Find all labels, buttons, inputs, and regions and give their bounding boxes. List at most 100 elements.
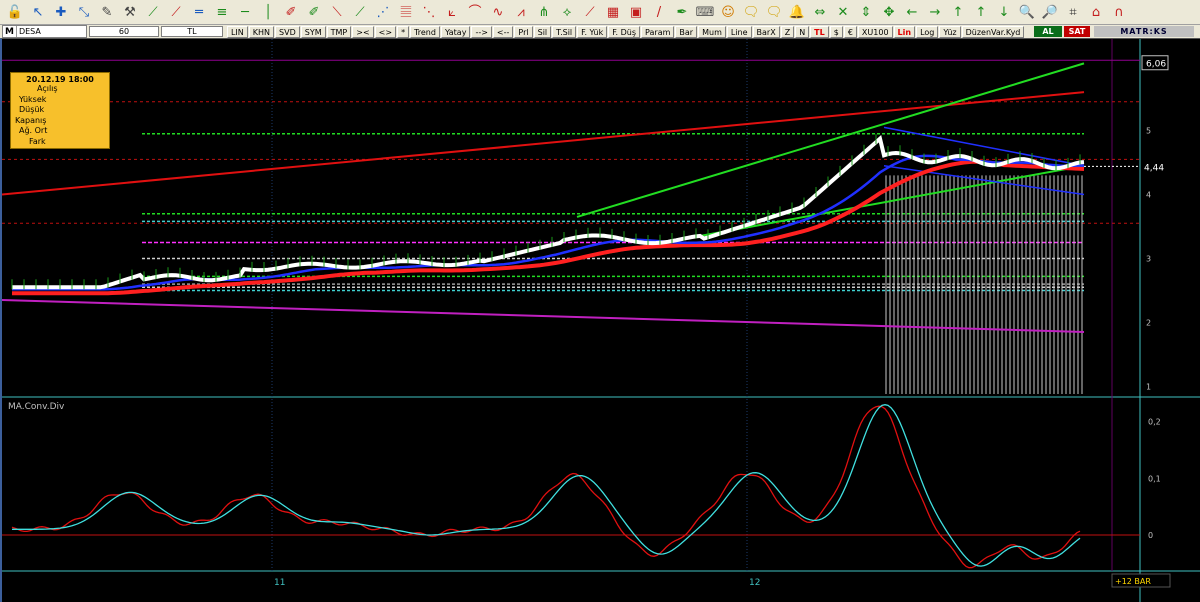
arrow-cursor-icon[interactable]: ↖ bbox=[29, 3, 47, 21]
tool-button-20[interactable]: $ bbox=[829, 25, 843, 38]
tool-button-26[interactable]: DüzenVar.Kyd bbox=[961, 25, 1025, 38]
tools-icon[interactable]: ⚒ bbox=[121, 3, 139, 21]
wave-icon[interactable]: ∿ bbox=[489, 3, 507, 21]
time-label-0: 11 bbox=[274, 578, 285, 588]
fib-icon[interactable]: 𝄚 bbox=[397, 3, 415, 21]
tool-button-14[interactable]: Mum bbox=[698, 25, 726, 38]
magnet-icon[interactable]: ∩ bbox=[1110, 3, 1128, 21]
info-label-3: Kapanış bbox=[15, 115, 47, 125]
tool-button-1[interactable]: <> bbox=[374, 25, 397, 38]
box-icon[interactable]: ▣ bbox=[627, 3, 645, 21]
tool-button-23[interactable]: Lin bbox=[893, 25, 916, 38]
chart-frame[interactable]: 6,06 4,44 5 4 3 2 1 MA.Conv.Div 0,2 0,1 0 11 12 +12 B… bbox=[0, 38, 1200, 602]
pitchfork-icon[interactable]: ⋔ bbox=[535, 3, 553, 21]
text-icon[interactable]: ⌨ bbox=[696, 3, 715, 21]
tool-button-0[interactable]: >< bbox=[352, 25, 374, 38]
zigzag-icon[interactable]: ⩘ bbox=[512, 3, 530, 21]
diag-green-icon[interactable]: ⟋ bbox=[351, 3, 369, 21]
trend-green-icon[interactable]: ⟋ bbox=[144, 3, 162, 21]
tool-button-4[interactable]: Yatay bbox=[440, 25, 471, 38]
smiley-icon[interactable]: ☺ bbox=[719, 3, 737, 21]
ruler-icon[interactable]: ⌗ bbox=[1064, 3, 1082, 21]
arrow-up2-icon[interactable]: ↑ bbox=[972, 3, 990, 21]
info-label-4: Ağ. Ort bbox=[19, 126, 48, 135]
arrow-left-icon[interactable]: ← bbox=[903, 3, 921, 21]
chart-canvas[interactable]: 6,06 4,44 5 4 3 2 1 MA.Conv.Div 0,2 0,1 0 11 12 +12 B… bbox=[1, 39, 1200, 602]
price-tick-2: 3 bbox=[1146, 254, 1151, 263]
arrow-right-icon[interactable]: → bbox=[926, 3, 944, 21]
cross-icon[interactable]: ✕ bbox=[834, 3, 852, 21]
gann-icon[interactable]: ⟀ bbox=[443, 3, 461, 21]
tool-button-25[interactable]: Yüz bbox=[939, 25, 961, 38]
toolbar-button-tmp[interactable]: TMP bbox=[326, 25, 352, 38]
toolbar-button-khn[interactable]: KHN bbox=[248, 25, 275, 38]
tool-button-16[interactable]: BarX bbox=[752, 25, 780, 38]
list-icon[interactable]: ≡ bbox=[213, 3, 231, 21]
currency-field[interactable]: TL bbox=[160, 26, 223, 37]
pencil-red-icon[interactable]: ✐ bbox=[282, 3, 300, 21]
vertical-icon[interactable]: │ bbox=[259, 3, 277, 21]
chart-window: 🔓 ↖ ✚ ⤡ ✎ ⚒ ⟋ ⟋ ═ ≡ ─ │ ✐ ✐ ⟍ ⟋ ⋰ 𝄚 ⋱ ⟀ ⌒ ∿ ⩘ ⋔ ⟡ ⟋ ▦ ▣ / ✒ ⌨ ☺ 🗨 🗨 🔔 ⇔ ✕ ⇕ ✥ ←… bbox=[0, 0, 1200, 602]
tool-button-21[interactable]: € bbox=[843, 25, 857, 38]
toolbar-button-lin[interactable]: LIN bbox=[226, 25, 248, 38]
note-icon[interactable]: 🗨 bbox=[742, 3, 760, 21]
tool-button-2[interactable]: * bbox=[397, 25, 410, 38]
slash-icon[interactable]: / bbox=[650, 3, 668, 21]
expand-icon[interactable]: ⇕ bbox=[857, 3, 875, 21]
lock-icon[interactable]: 🔓 bbox=[6, 3, 24, 21]
tool-button-10[interactable]: F. Yük bbox=[577, 25, 608, 38]
select-icon[interactable]: ⤡ bbox=[75, 3, 93, 21]
symbol-selector[interactable]: M DESA bbox=[2, 25, 87, 38]
tool-button-24[interactable]: Log bbox=[916, 25, 939, 38]
tool-button-12[interactable]: Param bbox=[641, 25, 675, 38]
tool-button-15[interactable]: Line bbox=[726, 25, 752, 38]
toolbar-button-svd[interactable]: SVD bbox=[275, 25, 300, 38]
indicator-tick-1: 0,1 bbox=[1148, 474, 1161, 483]
symbol-input[interactable]: DESA bbox=[15, 26, 86, 37]
arrows-horizontal-icon[interactable]: ⇔ bbox=[811, 3, 829, 21]
sell-button[interactable]: SAT bbox=[1064, 26, 1090, 37]
grid-icon[interactable]: ▦ bbox=[604, 3, 622, 21]
tool-button-11[interactable]: F. Düş bbox=[608, 25, 641, 38]
pencil-green-icon[interactable]: ✐ bbox=[305, 3, 323, 21]
tool-button-9[interactable]: T.Sil bbox=[552, 25, 577, 38]
tool-button-19[interactable]: TL bbox=[810, 25, 829, 38]
tool-button-3[interactable]: Trend bbox=[410, 25, 440, 38]
tool-button-6[interactable]: <-- bbox=[492, 25, 514, 38]
tool-button-18[interactable]: N bbox=[795, 25, 810, 38]
tool-button-17[interactable]: Z bbox=[780, 25, 795, 38]
tool-button-13[interactable]: Bar bbox=[675, 25, 698, 38]
zoom-out-icon[interactable]: 🔎 bbox=[1041, 3, 1059, 21]
period-field[interactable]: 60 bbox=[88, 26, 159, 37]
brand-logo: MATR:KS bbox=[1094, 26, 1194, 37]
move-icon[interactable]: ✥ bbox=[880, 3, 898, 21]
cycle-icon[interactable]: ⟡ bbox=[558, 3, 576, 21]
fan-icon[interactable]: ⋱ bbox=[420, 3, 438, 21]
regression-icon[interactable]: ⟋ bbox=[581, 3, 599, 21]
brush-icon[interactable]: ✒ bbox=[673, 3, 691, 21]
arc-icon[interactable]: ⌒ bbox=[466, 3, 484, 21]
diag-red-icon[interactable]: ⟍ bbox=[328, 3, 346, 21]
info-label-5: Fark bbox=[29, 136, 46, 146]
tool-button-7[interactable]: Prl bbox=[514, 25, 533, 38]
note2-icon[interactable]: 🗨 bbox=[765, 3, 783, 21]
price-tick-4: 1 bbox=[1146, 382, 1151, 391]
toolbar-button-sym[interactable]: SYM bbox=[300, 25, 326, 38]
buy-button[interactable]: AL bbox=[1034, 26, 1062, 37]
tool-button-8[interactable]: Sil bbox=[533, 25, 552, 38]
trend-red-icon[interactable]: ⟋ bbox=[167, 3, 185, 21]
edit-icon[interactable]: ✎ bbox=[98, 3, 116, 21]
add-line-icon[interactable]: ✚ bbox=[52, 3, 70, 21]
zoom-in-icon[interactable]: 🔍 bbox=[1018, 3, 1036, 21]
arrow-down-icon[interactable]: ↓ bbox=[995, 3, 1013, 21]
tool-button-22[interactable]: XU100 bbox=[857, 25, 893, 38]
equals-icon[interactable]: ═ bbox=[190, 3, 208, 21]
trend-channel-icon[interactable]: ⋰ bbox=[374, 3, 392, 21]
arrow-up-icon[interactable]: ↑ bbox=[949, 3, 967, 21]
symbol-menu-label[interactable]: M bbox=[3, 27, 16, 37]
bell-icon[interactable]: 🔔 bbox=[788, 3, 806, 21]
tool-button-5[interactable]: --> bbox=[471, 25, 492, 38]
bar-shift-label[interactable]: +12 BAR bbox=[1115, 577, 1151, 586]
minus-icon[interactable]: ─ bbox=[236, 3, 254, 21]
home-icon[interactable]: ⌂ bbox=[1087, 3, 1105, 21]
